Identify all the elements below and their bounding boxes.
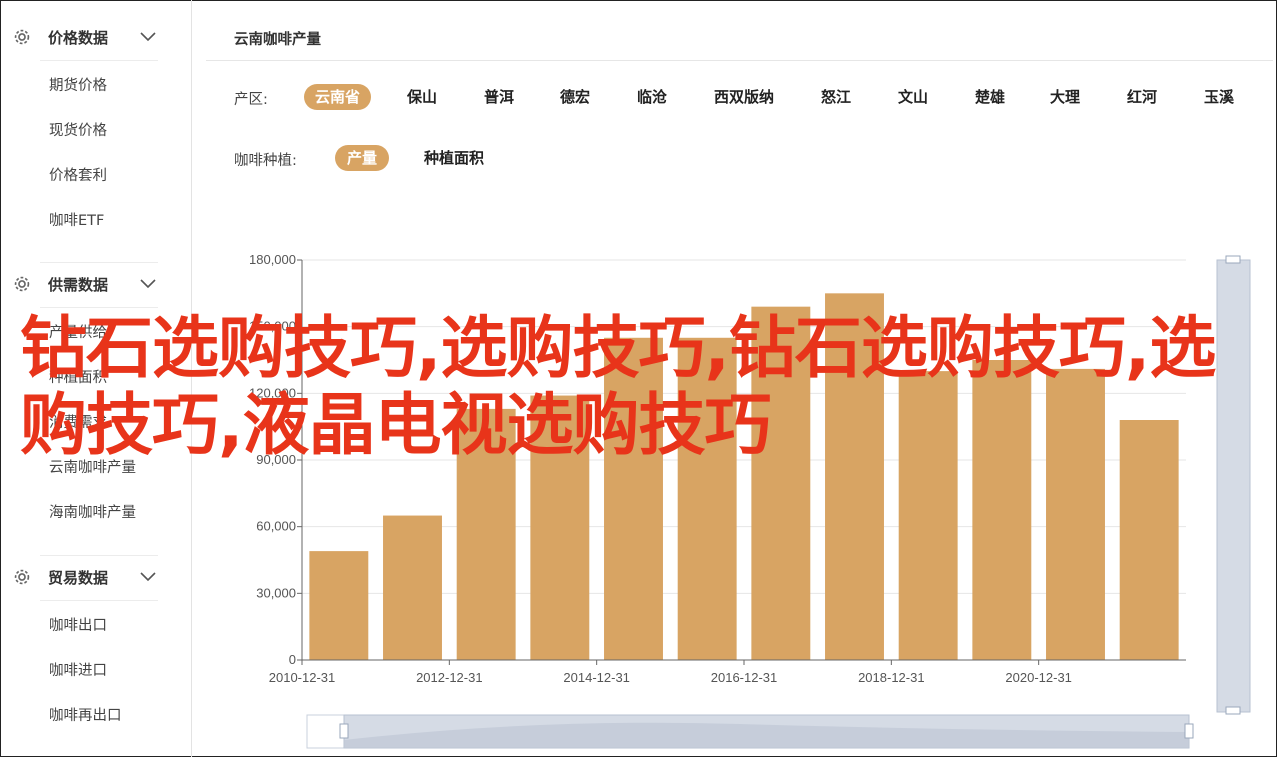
planting-label: 咖啡种植:	[234, 153, 297, 169]
region-chip-honghe[interactable]: 红河	[1114, 84, 1170, 110]
sidebar-group-title: 贸易数据	[48, 569, 109, 587]
sidebar-group-title: 供需数据	[48, 276, 109, 294]
sidebar-item-coffee-etf[interactable]: 咖啡ETF	[49, 209, 104, 230]
sidebar-item-spot-price[interactable]: 现货价格	[49, 119, 107, 140]
horizontal-slider-handle-right	[1184, 723, 1194, 739]
region-chip-yunnan[interactable]: 云南省	[304, 84, 371, 110]
region-chip-lincang[interactable]: 临沧	[624, 84, 680, 110]
sidebar-item-coffee-import[interactable]: 咖啡进口	[49, 659, 107, 680]
sidebar-group-header-supply[interactable]: 供需数据	[0, 265, 191, 305]
bar	[309, 551, 369, 660]
divider	[206, 60, 1273, 61]
horizontal-zoom-slider[interactable]	[306, 714, 1194, 749]
y-tick-label: 0	[289, 652, 296, 667]
region-chip-wenshan[interactable]: 文山	[885, 84, 941, 110]
region-chip-dali[interactable]: 大理	[1037, 84, 1093, 110]
sidebar-item-coffee-export[interactable]: 咖啡出口	[49, 614, 107, 635]
sidebar-item-futures-price[interactable]: 期货价格	[49, 74, 107, 95]
region-chip-yuxi[interactable]: 玉溪	[1191, 84, 1247, 110]
sidebar-item-hainan-production[interactable]: 海南咖啡产量	[49, 501, 136, 522]
x-tick-label: 2018-12-31	[858, 670, 925, 685]
divider	[40, 262, 158, 263]
bar	[383, 515, 442, 660]
divider	[40, 600, 158, 601]
x-tick-label: 2014-12-31	[563, 670, 630, 685]
sidebar-item-coffee-reexport[interactable]: 咖啡再出口	[49, 704, 122, 725]
x-tick-label: 2016-12-31	[711, 670, 778, 685]
region-chip-chuxiong[interactable]: 楚雄	[962, 84, 1018, 110]
region-chip-dehong[interactable]: 德宏	[547, 84, 603, 110]
page-title: 云南咖啡产量	[234, 32, 321, 48]
divider	[40, 307, 158, 308]
sidebar-group-header-price[interactable]: 价格数据	[0, 18, 191, 58]
divider	[40, 60, 158, 61]
region-label: 产区:	[234, 92, 268, 108]
x-tick-label: 2010-12-31	[269, 670, 336, 685]
chevron-down-icon[interactable]	[138, 276, 158, 292]
x-tick-label: 2012-12-31	[416, 670, 483, 685]
sidebar-group-header-trade[interactable]: 贸易数据	[0, 558, 191, 598]
region-chip-baoshan[interactable]: 保山	[394, 84, 450, 110]
gear-icon	[14, 569, 30, 585]
chevron-down-icon[interactable]	[138, 29, 158, 45]
y-tick-label: 180,000	[249, 252, 296, 267]
sidebar-group-title: 价格数据	[48, 29, 109, 47]
region-chip-nujiang[interactable]: 怒江	[808, 84, 864, 110]
horizontal-slider-handle-left	[339, 723, 349, 739]
gear-icon	[14, 29, 30, 45]
chevron-down-icon[interactable]	[138, 569, 158, 585]
region-chip-xishuangbanna[interactable]: 西双版纳	[704, 84, 784, 110]
vertical-slider-handle-top	[1225, 255, 1241, 264]
sidebar-item-price-arbitrage[interactable]: 价格套利	[49, 164, 107, 185]
planting-chip-production[interactable]: 产量	[335, 145, 389, 171]
x-tick-label: 2020-12-31	[1005, 670, 1072, 685]
planting-chip-area[interactable]: 种植面积	[414, 145, 494, 171]
gear-icon	[14, 276, 30, 292]
region-chip-puer[interactable]: 普洱	[471, 84, 527, 110]
vertical-slider-handle-bottom	[1225, 706, 1241, 715]
y-tick-label: 30,000	[256, 585, 296, 600]
y-tick-label: 60,000	[256, 519, 296, 534]
overlay-text: 钻石选购技巧,选购技巧,钻石选购技巧,选购技巧,液晶电视选购技巧	[20, 309, 1216, 464]
divider	[40, 555, 158, 556]
